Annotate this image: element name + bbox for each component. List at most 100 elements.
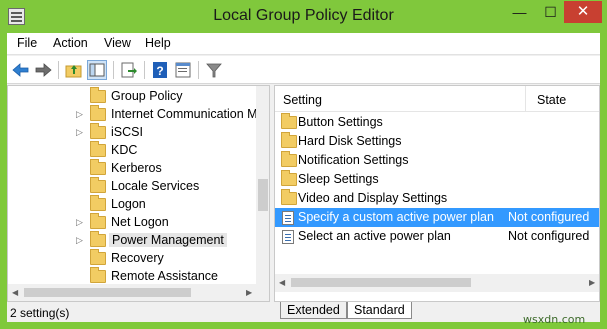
- folder-icon: [281, 189, 297, 205]
- tree-item-label: Internet Communication M: [111, 107, 258, 121]
- status-text: 2 setting(s): [10, 306, 70, 320]
- maximize-button[interactable]: ☐: [537, 1, 564, 23]
- menu-action[interactable]: Action: [53, 36, 88, 50]
- scroll-right-arrow-icon[interactable]: ▶: [589, 278, 595, 287]
- list-horizontal-scrollbar[interactable]: ◀ ▶: [275, 274, 599, 292]
- tree-item-recovery[interactable]: Recovery: [8, 249, 258, 268]
- tree-horizontal-scrollbar[interactable]: ◀ ▶: [8, 284, 269, 301]
- list-item-label: Select an active power plan: [298, 229, 451, 243]
- tab-standard[interactable]: Standard: [347, 302, 412, 319]
- folder-icon: [90, 105, 106, 121]
- column-header-setting[interactable]: Setting: [283, 93, 322, 107]
- list-item-label: Hard Disk Settings: [298, 134, 402, 148]
- list-item-label: Button Settings: [298, 115, 383, 129]
- list-item-button-settings[interactable]: Button Settings: [275, 113, 599, 132]
- policy-setting-icon: [282, 230, 294, 244]
- tree-item-label: Group Policy: [111, 89, 183, 103]
- tree-vertical-scrollbar[interactable]: [256, 86, 269, 284]
- folder-icon: [90, 123, 106, 139]
- scroll-thumb[interactable]: [291, 278, 471, 287]
- folder-icon: [90, 231, 106, 247]
- tree-item-iscsi[interactable]: ▷ iSCSI: [8, 123, 258, 142]
- tree-item-label: Logon: [111, 197, 146, 211]
- expand-arrow-icon[interactable]: ▷: [76, 235, 83, 246]
- scroll-thumb[interactable]: [258, 179, 268, 211]
- tree-item-kdc[interactable]: KDC: [8, 141, 258, 160]
- list-item-label: Sleep Settings: [298, 172, 379, 186]
- tree-item-label: Recovery: [111, 251, 164, 265]
- list-item-video-display-settings[interactable]: Video and Display Settings: [275, 189, 599, 208]
- close-button[interactable]: ✕: [564, 1, 602, 23]
- properties-icon[interactable]: [173, 60, 193, 80]
- tree-item-label: Locale Services: [111, 179, 200, 193]
- tab-extended[interactable]: Extended: [280, 302, 347, 319]
- folder-icon: [90, 141, 106, 157]
- folder-icon: [90, 159, 106, 175]
- app-window: Local Group Policy Editor — ☐ ✕ File Act…: [0, 0, 607, 329]
- expand-arrow-icon[interactable]: ▷: [76, 217, 83, 228]
- tree-pane: Group Policy ▷ Internet Communication M …: [7, 85, 270, 302]
- scroll-left-arrow-icon[interactable]: ◀: [279, 278, 285, 287]
- scroll-left-arrow-icon[interactable]: ◀: [12, 288, 18, 297]
- tree-item-label: Kerberos: [111, 161, 162, 175]
- export-list-icon[interactable]: [119, 60, 139, 80]
- tree-item-label: Remote Assistance: [111, 269, 218, 283]
- list-item-hard-disk-settings[interactable]: Hard Disk Settings: [275, 132, 599, 151]
- folder-icon: [90, 177, 106, 193]
- folder-icon: [281, 170, 297, 186]
- filter-icon[interactable]: [204, 60, 224, 80]
- list-item-custom-active-power-plan[interactable]: Specify a custom active power plan Not c…: [275, 208, 599, 227]
- tree-item-power-management[interactable]: ▷ Power Management: [8, 231, 258, 250]
- folder-icon: [90, 213, 106, 229]
- folder-icon: [281, 132, 297, 148]
- minimize-button[interactable]: —: [506, 1, 533, 23]
- tree-item-label: iSCSI: [111, 125, 143, 139]
- folder-icon: [281, 151, 297, 167]
- back-arrow-icon[interactable]: [11, 60, 31, 80]
- list-header: Setting State: [275, 86, 599, 112]
- list-item-notification-settings[interactable]: Notification Settings: [275, 151, 599, 170]
- forward-arrow-icon[interactable]: [33, 60, 53, 80]
- menu-help[interactable]: Help: [145, 36, 171, 50]
- scroll-thumb[interactable]: [24, 288, 191, 297]
- tree-item-logon[interactable]: Logon: [8, 195, 258, 214]
- up-folder-icon[interactable]: [64, 60, 84, 80]
- list-item-label: Notification Settings: [298, 153, 409, 167]
- list-item-label: Video and Display Settings: [298, 191, 448, 205]
- list-item-state: Not configured: [508, 229, 590, 243]
- folder-icon: [90, 267, 106, 283]
- folder-icon: [281, 113, 297, 129]
- menu-bar: File Action View Help: [7, 33, 600, 55]
- tree-item-net-logon[interactable]: ▷ Net Logon: [8, 213, 258, 232]
- client-area: File Action View Help ? Group Policy ▷ I…: [7, 33, 600, 322]
- settings-pane: Setting State Button Settings Hard Disk …: [274, 85, 600, 302]
- tree-item-group-policy[interactable]: Group Policy: [8, 87, 258, 106]
- policy-setting-icon: [282, 211, 294, 225]
- expand-arrow-icon[interactable]: ▷: [76, 109, 83, 120]
- menu-file[interactable]: File: [17, 36, 37, 50]
- tree-item-kerberos[interactable]: Kerberos: [8, 159, 258, 178]
- help-icon[interactable]: ?: [150, 60, 170, 80]
- watermark: wsxdn.com: [523, 313, 586, 326]
- list-item-label: Specify a custom active power plan: [298, 210, 494, 224]
- tree-item-locale-services[interactable]: Locale Services: [8, 177, 258, 196]
- folder-icon: [90, 87, 106, 103]
- folder-icon: [90, 195, 106, 211]
- toolbar: ?: [7, 56, 600, 84]
- title-bar[interactable]: Local Group Policy Editor — ☐ ✕: [0, 0, 607, 33]
- tree-item-label: Net Logon: [111, 215, 169, 229]
- list-item-state: Not configured: [508, 210, 590, 224]
- svg-text:?: ?: [156, 64, 163, 78]
- show-hide-tree-icon[interactable]: [87, 60, 107, 80]
- list-item-select-active-power-plan[interactable]: Select an active power plan Not configur…: [275, 227, 599, 246]
- column-header-state[interactable]: State: [537, 93, 566, 107]
- scroll-right-arrow-icon[interactable]: ▶: [246, 288, 252, 297]
- expand-arrow-icon[interactable]: ▷: [76, 127, 83, 138]
- folder-icon: [90, 249, 106, 265]
- tree-item-label: KDC: [111, 143, 138, 157]
- tree-item-internet-communication[interactable]: ▷ Internet Communication M: [8, 105, 258, 124]
- list-item-sleep-settings[interactable]: Sleep Settings: [275, 170, 599, 189]
- menu-view[interactable]: View: [104, 36, 131, 50]
- tree-item-label: Power Management: [109, 233, 227, 247]
- status-bar: 2 setting(s): [7, 304, 270, 322]
